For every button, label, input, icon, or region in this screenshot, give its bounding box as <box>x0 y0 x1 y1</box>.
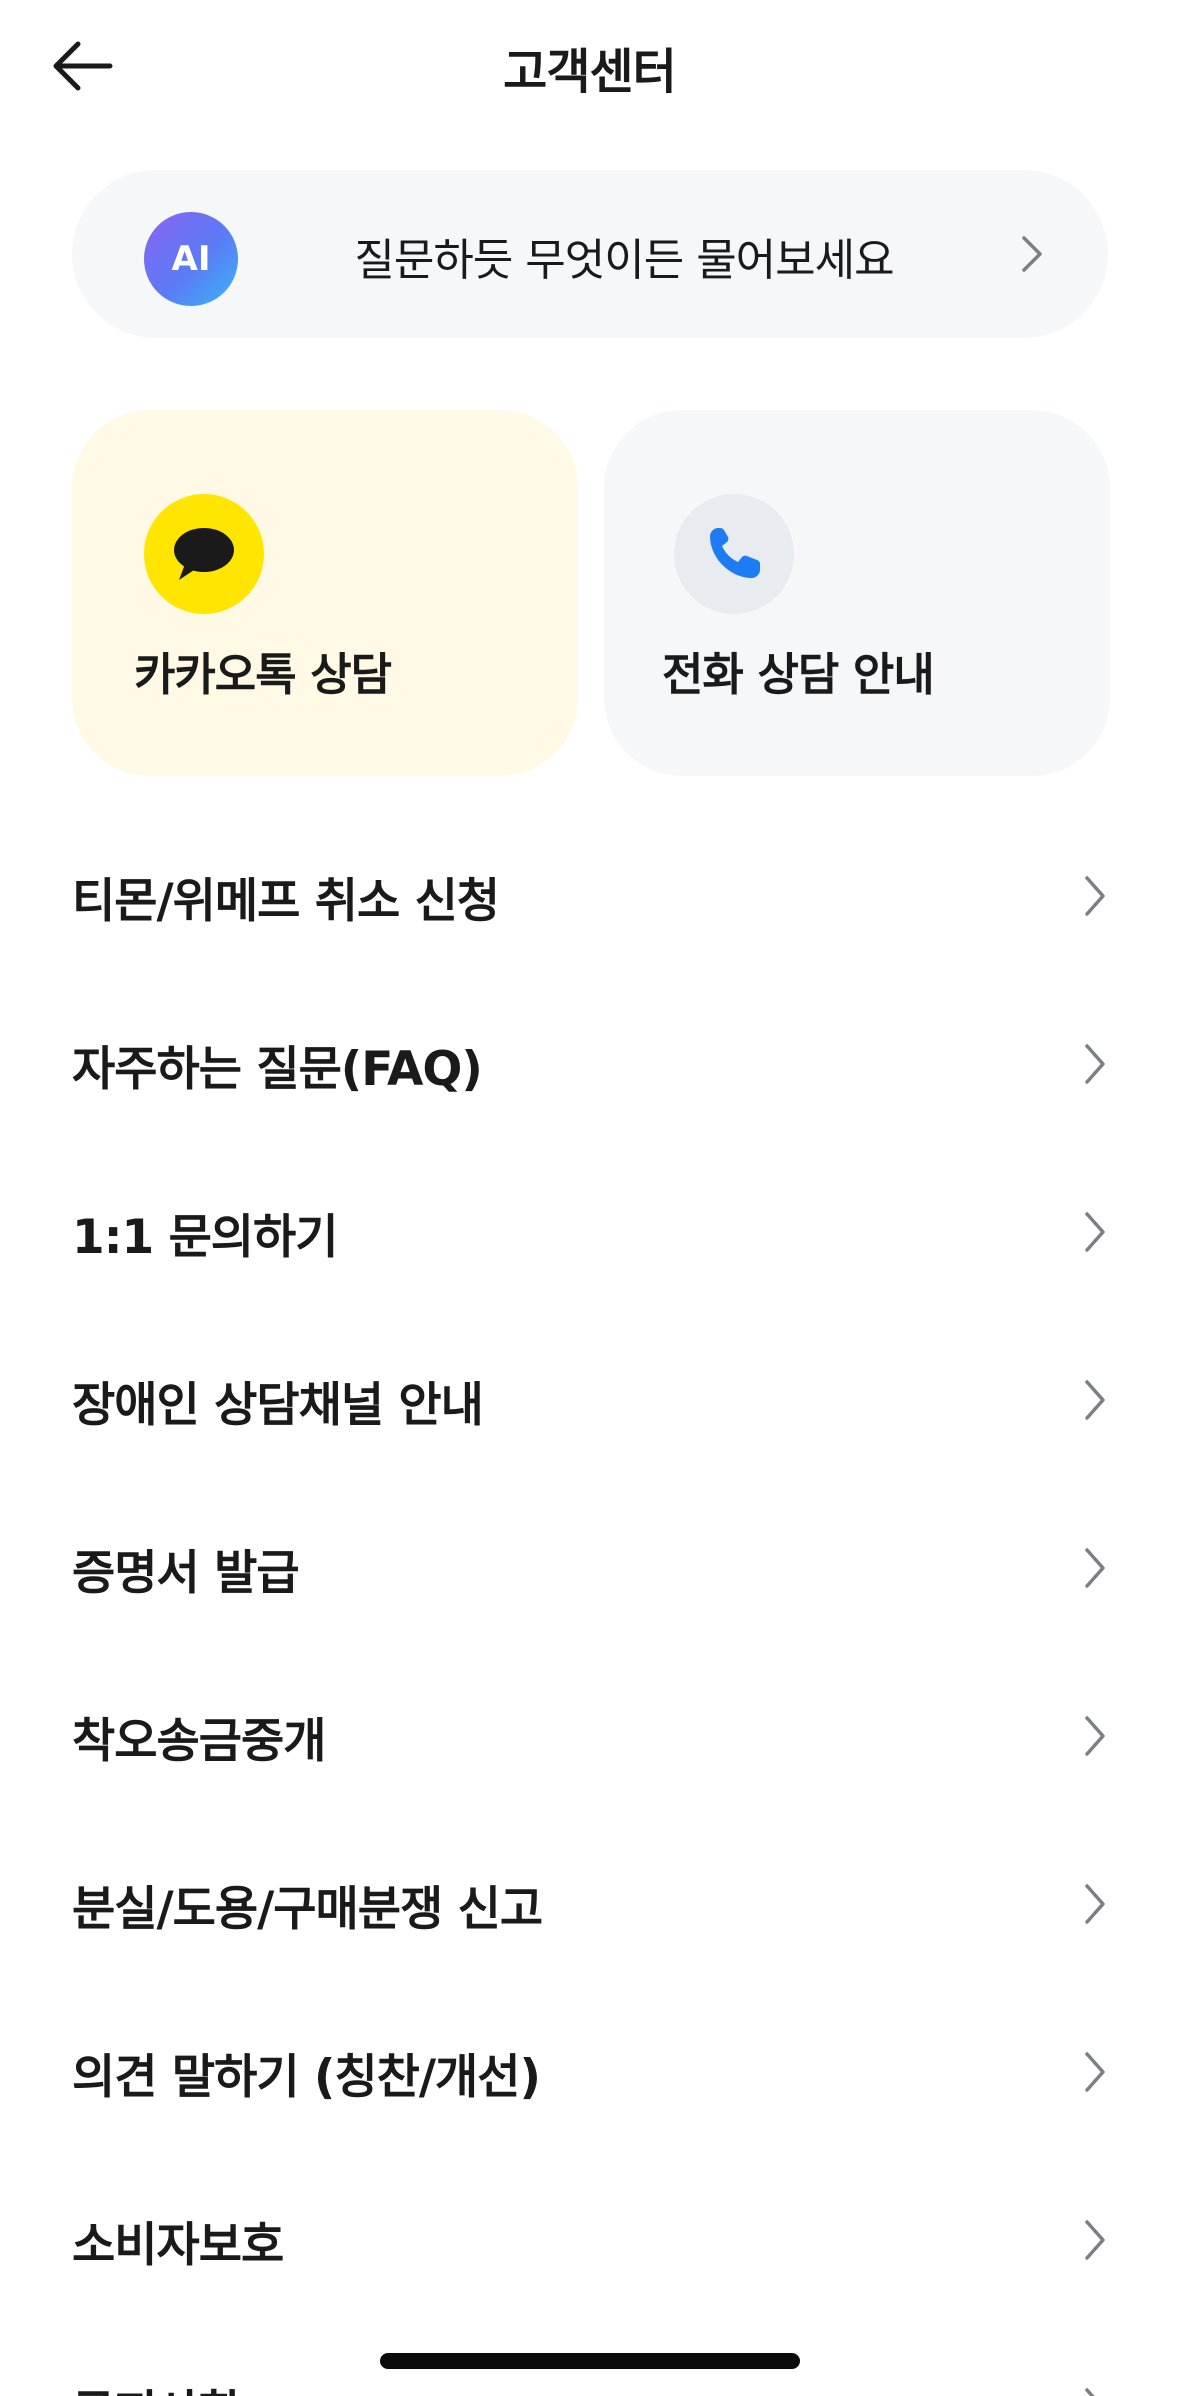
menu-item-mistaken-transfer[interactable]: 착오송금중개 <box>0 1652 1179 1820</box>
kakao-consult-label: 카카오톡 상담 <box>134 648 392 701</box>
menu-item-label: 증명서 발급 <box>72 1545 300 1601</box>
menu-item-label: 분실/도용/구매분쟁 신고 <box>72 1881 543 1937</box>
kakao-consult-card[interactable]: 카카오톡 상담 <box>72 410 578 776</box>
menu-item-label: 티몬/위메프 취소 신청 <box>72 873 500 929</box>
ai-badge: AI <box>144 212 238 306</box>
menu-item-label: 의견 말하기 (칭찬/개선) <box>72 2049 541 2105</box>
page-title: 고객센터 <box>503 44 677 100</box>
chevron-right-icon <box>1085 2220 1105 2260</box>
phone-consult-card[interactable]: 전화 상담 안내 <box>604 410 1110 776</box>
menu-item-label: 소비자보호 <box>72 2217 284 2273</box>
menu-list: 티몬/위메프 취소 신청 자주하는 질문(FAQ) 1:1 문의하기 장애인 상… <box>0 812 1179 2396</box>
menu-item-label: 자주하는 질문(FAQ) <box>72 1041 483 1097</box>
menu-item-label: 공지사항 <box>72 2374 242 2396</box>
home-indicator[interactable] <box>380 2353 800 2369</box>
chat-bubble-icon <box>144 494 264 614</box>
menu-item-label: 장애인 상담채널 안내 <box>72 1377 484 1433</box>
chevron-right-icon <box>1085 1044 1105 1084</box>
menu-item-accessibility-channel[interactable]: 장애인 상담채널 안내 <box>0 1316 1179 1484</box>
customer-center-screen: 고객센터 AI 질문하듯 무엇이든 물어보세요 카카오톡 상담 전화 상담 안내… <box>0 0 1179 2396</box>
chevron-right-icon <box>1085 2052 1105 2092</box>
menu-item-faq[interactable]: 자주하는 질문(FAQ) <box>0 980 1179 1148</box>
menu-item-label: 착오송금중개 <box>72 1713 326 1769</box>
phone-icon <box>674 494 794 614</box>
menu-item-loss-fraud-report[interactable]: 분실/도용/구매분쟁 신고 <box>0 1820 1179 1988</box>
chevron-right-icon <box>1085 1212 1105 1252</box>
menu-item-certificate-issuance[interactable]: 증명서 발급 <box>0 1484 1179 1652</box>
menu-item-feedback[interactable]: 의견 말하기 (칭찬/개선) <box>0 1988 1179 2156</box>
chevron-right-icon <box>1085 1716 1105 1756</box>
ai-search-bar[interactable]: AI 질문하듯 무엇이든 물어보세요 <box>72 170 1108 338</box>
chevron-right-icon <box>1085 876 1105 916</box>
ai-search-prompt: 질문하듯 무엇이든 물어보세요 <box>354 235 894 286</box>
menu-item-one-on-one-inquiry[interactable]: 1:1 문의하기 <box>0 1148 1179 1316</box>
chevron-right-icon <box>1022 236 1042 272</box>
chevron-right-icon <box>1085 1884 1105 1924</box>
chevron-right-icon <box>1085 2388 1095 2396</box>
menu-item-timon-wemakeprice-cancel[interactable]: 티몬/위메프 취소 신청 <box>0 812 1179 980</box>
chevron-right-icon <box>1085 1548 1105 1588</box>
header: 고객센터 <box>0 0 1179 132</box>
menu-item-consumer-protection[interactable]: 소비자보호 <box>0 2156 1179 2324</box>
menu-item-label: 1:1 문의하기 <box>72 1209 339 1265</box>
phone-consult-label: 전화 상담 안내 <box>662 648 935 701</box>
chevron-right-icon <box>1085 1380 1105 1420</box>
